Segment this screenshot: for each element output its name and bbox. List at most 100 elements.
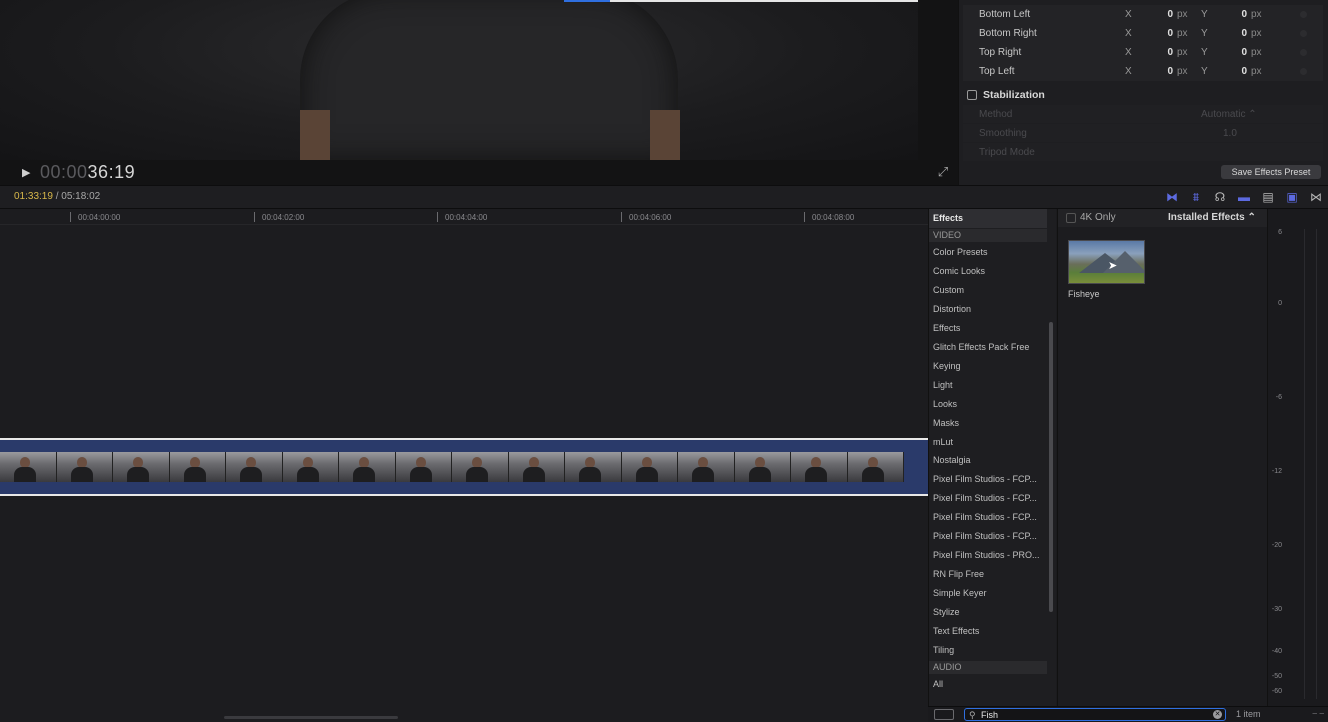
video-clip[interactable] bbox=[0, 438, 928, 496]
timeline-ruler[interactable]: 00:04:00:00 00:04:02:00 00:04:04:00 00:0… bbox=[0, 209, 928, 225]
stabilization-checkbox[interactable] bbox=[967, 90, 977, 100]
effects-header[interactable]: Effects bbox=[929, 209, 1047, 228]
y-label: Y bbox=[1201, 9, 1208, 20]
effects-category-item[interactable]: Text Effects bbox=[929, 622, 1047, 641]
timeline-scrollbar[interactable] bbox=[224, 716, 398, 719]
tripod-row: Tripod Mode bbox=[963, 143, 1323, 161]
effects-category-item[interactable]: All bbox=[929, 675, 1047, 694]
y-value-field[interactable]: 0 bbox=[1233, 9, 1247, 20]
clear-search-icon[interactable]: ✕ bbox=[1213, 710, 1222, 719]
meter-scale-label: -30 bbox=[1271, 606, 1282, 613]
x-label: X bbox=[1125, 66, 1132, 77]
effects-category-item[interactable]: Pixel Film Studios - FCP... bbox=[929, 508, 1047, 527]
effects-category-item[interactable]: Distortion bbox=[929, 300, 1047, 319]
y-value-field[interactable]: 0 bbox=[1233, 28, 1247, 39]
ruler-label: 00:04:04:00 bbox=[445, 213, 488, 222]
timecode-dim: 00:00 bbox=[40, 162, 88, 182]
headphones-icon[interactable]: ☊ bbox=[1212, 190, 1228, 205]
filmstrip-frame bbox=[452, 452, 509, 482]
ruler-label: 00:04:06:00 bbox=[629, 213, 672, 222]
keyframe-icon[interactable] bbox=[1300, 49, 1307, 56]
effects-category-item[interactable]: Color Presets bbox=[929, 243, 1047, 262]
effects-category-item[interactable]: Comic Looks bbox=[929, 262, 1047, 281]
effects-category-item[interactable]: Pixel Film Studios - FCP... bbox=[929, 489, 1047, 508]
effects-browser-icon[interactable]: ▣ bbox=[1284, 190, 1300, 205]
x-label: X bbox=[1125, 28, 1132, 39]
meter-scale-label: 0 bbox=[1278, 300, 1282, 307]
save-effects-preset-button[interactable]: Save Effects Preset bbox=[1221, 165, 1321, 179]
search-input[interactable] bbox=[981, 709, 1201, 720]
timecode-display: 36:19 bbox=[87, 162, 136, 182]
effects-category-list: Effects VIDEO Color Presets Comic Looks Cu… bbox=[928, 209, 1056, 706]
mouse-cursor-icon: ➤ bbox=[1108, 260, 1118, 272]
method-row: Method Automatic ⌃ bbox=[963, 105, 1323, 123]
corner-row-bottom-left: Bottom Left X 0 px Y 0 px bbox=[963, 5, 1323, 24]
effects-category-item[interactable]: Nostalgia bbox=[929, 451, 1047, 470]
effects-category-item[interactable]: mLut bbox=[929, 433, 1047, 452]
effects-category-item[interactable]: Pixel Film Studios - FCP... bbox=[929, 470, 1047, 489]
x-value-field[interactable]: 0 bbox=[1159, 28, 1173, 39]
effects-category-item[interactable]: Glitch Effects Pack Free bbox=[929, 338, 1047, 357]
filmstrip-frame bbox=[734, 452, 791, 482]
sidebar-toggle-icon[interactable] bbox=[934, 709, 954, 720]
timeline[interactable]: 00:04:00:00 00:04:02:00 00:04:04:00 00:0… bbox=[0, 209, 928, 722]
effects-category-item[interactable]: Looks bbox=[929, 395, 1047, 414]
effects-category-item[interactable]: Masks bbox=[929, 414, 1047, 433]
x-value-field[interactable]: 0 bbox=[1159, 66, 1173, 77]
effects-category-item[interactable]: RN Flip Free bbox=[929, 565, 1047, 584]
audio-skimming-icon[interactable]: ⩩ bbox=[1188, 190, 1204, 205]
effects-category-item[interactable]: Pixel Film Studios - PRO... bbox=[929, 546, 1047, 565]
filmstrip-frame bbox=[565, 452, 622, 482]
search-field[interactable]: ⚲ ✕ bbox=[964, 708, 1226, 721]
x-unit: px bbox=[1177, 28, 1188, 39]
filmstrip-frame bbox=[56, 452, 113, 482]
play-icon[interactable]: ▶ bbox=[22, 167, 34, 179]
category-scrollbar[interactable] bbox=[1049, 322, 1053, 612]
corner-label: Bottom Right bbox=[979, 28, 1037, 39]
keyframe-icon[interactable] bbox=[1300, 68, 1307, 75]
ruler-label: 00:04:00:00 bbox=[78, 213, 121, 222]
x-value-field[interactable]: 0 bbox=[1159, 47, 1173, 58]
x-value-field[interactable]: 0 bbox=[1159, 9, 1173, 20]
y-value-field[interactable]: 0 bbox=[1233, 66, 1247, 77]
fisheye-thumbnail[interactable] bbox=[1068, 240, 1145, 284]
effects-category-item[interactable]: Light bbox=[929, 376, 1047, 395]
filmstrip-frame bbox=[621, 452, 678, 482]
four-k-checkbox[interactable] bbox=[1066, 213, 1076, 223]
method-select[interactable]: Automatic ⌃ bbox=[1201, 109, 1257, 120]
transitions-icon[interactable]: ⋈ bbox=[1308, 190, 1324, 205]
keyframe-icon[interactable] bbox=[1300, 30, 1307, 37]
effects-category-item[interactable]: Keying bbox=[929, 357, 1047, 376]
ruler-label: 00:04:02:00 bbox=[262, 213, 305, 222]
inspector-panel: Bottom Left X 0 px Y 0 px Bottom Right X… bbox=[958, 0, 1328, 185]
solo-icon[interactable]: ▬ bbox=[1236, 190, 1252, 205]
snapping-icon[interactable]: ⧓ bbox=[1164, 190, 1180, 205]
y-unit: px bbox=[1251, 47, 1262, 58]
effects-category-item[interactable]: Simple Keyer bbox=[929, 584, 1047, 603]
filmstrip-frame bbox=[169, 452, 226, 482]
fullscreen-icon[interactable]: ⤢ bbox=[936, 165, 950, 179]
keyframe-icon[interactable] bbox=[1300, 11, 1307, 18]
effects-browser: 4K Only Installed Effects ⌃ ➤ Fisheye bbox=[1057, 209, 1268, 706]
y-value-field[interactable]: 0 bbox=[1233, 47, 1247, 58]
meter-scale-label: 6 bbox=[1278, 229, 1282, 236]
filmstrip-frame bbox=[282, 452, 339, 482]
corner-label: Top Left bbox=[979, 66, 1015, 77]
effects-category-item[interactable]: Tiling bbox=[929, 641, 1047, 660]
tripod-label: Tripod Mode bbox=[979, 147, 1035, 158]
meter-scale-label: -6 bbox=[1275, 394, 1282, 401]
filmstrip-frame bbox=[508, 452, 565, 482]
corner-row-bottom-right: Bottom Right X 0 px Y 0 px bbox=[963, 24, 1323, 43]
effects-category-item[interactable]: Stylize bbox=[929, 603, 1047, 622]
timeline-header: 01:33:19 / 05:18:02 ⧓ ⩩ ☊ ▬ ▤ ▣ ⋈ bbox=[0, 185, 1328, 209]
effects-category-item[interactable]: Custom bbox=[929, 281, 1047, 300]
video-preview[interactable] bbox=[0, 0, 918, 160]
meter-scale-label: -50 bbox=[1271, 673, 1282, 680]
clip-appearance-icon[interactable]: ▤ bbox=[1260, 190, 1276, 205]
effects-category-item[interactable]: Effects bbox=[929, 319, 1047, 338]
effects-category-item[interactable]: Pixel Film Studios - FCP... bbox=[929, 527, 1047, 546]
window-controls-icon[interactable]: ⎯ ⎯ bbox=[1312, 708, 1324, 719]
corner-label: Bottom Left bbox=[979, 9, 1031, 20]
installed-effects-dropdown[interactable]: Installed Effects ⌃ bbox=[1168, 212, 1256, 223]
smoothing-value[interactable]: 1.0 bbox=[1223, 128, 1237, 139]
